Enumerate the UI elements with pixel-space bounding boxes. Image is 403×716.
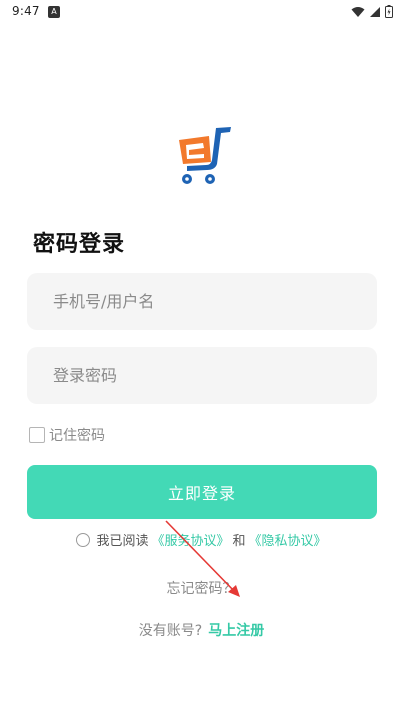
page-title: 密码登录 (33, 232, 126, 257)
register-row: 没有账号? 马上注册 (0, 620, 403, 640)
agreement-row: 我已阅读 《服务协议》 和 《隐私协议》 (0, 530, 403, 549)
wifi-icon (351, 6, 365, 18)
status-bar: 9:47 A (0, 0, 403, 24)
register-question: 没有账号? (138, 623, 203, 639)
login-button[interactable]: 立即登录 (27, 465, 377, 519)
agreement-radio[interactable] (76, 532, 91, 547)
username-input[interactable] (27, 273, 377, 330)
service-agreement-link[interactable]: 《服务协议》 (151, 530, 229, 549)
register-link[interactable]: 马上注册 (208, 620, 264, 640)
signal-icon (369, 6, 381, 18)
a-letter-icon: A (48, 6, 60, 18)
remember-label: 记住密码 (49, 428, 105, 444)
shopping-cart-icon (173, 124, 237, 188)
status-time: 9:47 (12, 4, 40, 18)
forgot-password-row: 忘记密码？ (0, 578, 403, 598)
status-icons (351, 5, 393, 18)
remember-password[interactable]: 记住密码 (29, 425, 105, 445)
battery-icon (385, 5, 393, 18)
password-input[interactable] (27, 347, 377, 404)
username-field[interactable] (27, 273, 377, 330)
login-screen: 9:47 A 密码登录 手机号/用户名 记住密码 立即登录 我已阅读 《服务协议… (0, 0, 403, 716)
login-button-label: 立即登录 (167, 484, 236, 503)
remember-checkbox[interactable] (29, 427, 45, 443)
forgot-password-link[interactable]: 忘记密码？ (167, 581, 237, 597)
agreement-prefix: 我已阅读 (96, 534, 149, 549)
privacy-agreement-link[interactable]: 《隐私协议》 (249, 530, 327, 549)
agreement-conjunction: 和 (232, 534, 246, 549)
password-field[interactable] (27, 347, 377, 404)
